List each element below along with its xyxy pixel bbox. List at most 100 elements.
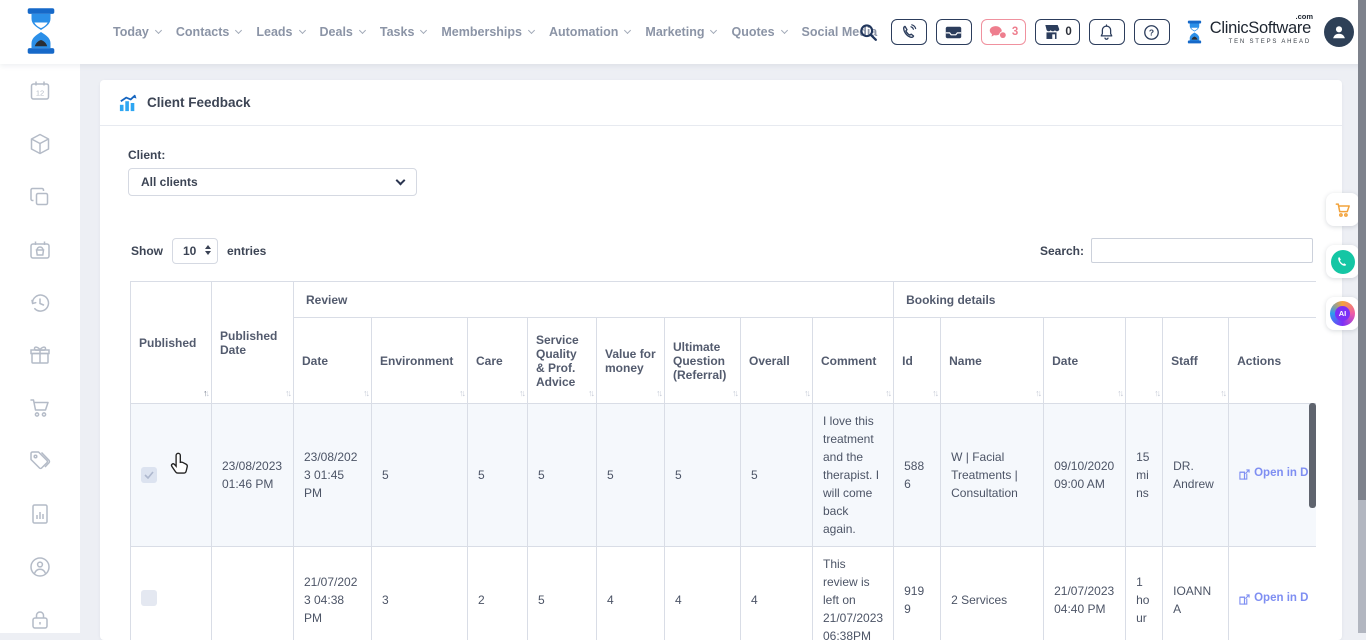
col-value-for-money[interactable]: Value for money↑↓: [597, 318, 665, 404]
col-care[interactable]: Care↑↓: [468, 318, 528, 404]
published-date-cell: [212, 547, 294, 640]
sort-icons: ↑↓: [1117, 388, 1122, 398]
floating-ai-button[interactable]: AI: [1326, 297, 1359, 330]
overall-cell: 5: [741, 404, 813, 547]
inbox-button[interactable]: [936, 19, 972, 45]
col-environment[interactable]: Environment↑↓: [372, 318, 468, 404]
sort-icons: ↑↓: [1035, 388, 1040, 398]
search-icon[interactable]: [859, 23, 878, 42]
sort-icons: ↑↓: [1220, 388, 1225, 398]
col-ultimate-question[interactable]: Ultimate Question (Referral)↑↓: [665, 318, 741, 404]
sort-icons: ↑↓: [519, 388, 524, 398]
chat-badge: 3: [1012, 26, 1018, 38]
help-button[interactable]: ?: [1134, 19, 1170, 45]
entries-select[interactable]: 10: [172, 238, 218, 264]
sort-icons: ↑↓: [656, 388, 661, 398]
page-scrollbar-thumb[interactable]: [1358, 0, 1366, 500]
user-avatar[interactable]: [1324, 17, 1354, 47]
history-icon: [28, 291, 52, 315]
sidebar-item-vouchers[interactable]: [27, 449, 53, 474]
sidebar-item-gift[interactable]: [27, 343, 53, 368]
booking-name-cell: W | Facial Treatments | Consultation: [941, 404, 1044, 547]
service-quality-cell: 5: [528, 547, 597, 640]
sidebar-item-clients[interactable]: [27, 555, 53, 580]
user-icon: [1330, 23, 1348, 41]
open-in-diary-link[interactable]: Open in D: [1239, 465, 1308, 482]
sidebar-item-calendar[interactable]: 12: [27, 78, 53, 103]
brand-logo: ClinicSoftware.com TEN STEPS AHEAD: [1185, 19, 1311, 45]
value-for-money-cell: 4: [597, 547, 665, 640]
search-input[interactable]: [1091, 238, 1313, 263]
col-review-date[interactable]: Date↑↓: [294, 318, 372, 404]
table-search: Search:: [1040, 238, 1313, 263]
sort-icons: ↑↓: [885, 388, 890, 398]
entries-value: 10: [183, 244, 196, 258]
spinner-arrows-icon: [205, 245, 211, 255]
booking-id-cell: 9199: [894, 547, 941, 640]
published-cell: [131, 547, 212, 640]
calendar-12-icon: 12: [28, 79, 52, 103]
external-link-icon: [1239, 594, 1250, 605]
floating-cart-button[interactable]: [1326, 193, 1359, 226]
sidebar-item-products[interactable]: [27, 131, 53, 156]
booking-id-cell: 5886: [894, 404, 941, 547]
store-button[interactable]: 0: [1035, 19, 1079, 45]
col-service-quality[interactable]: Service Quality & Prof. Advice↑↓: [528, 318, 597, 404]
nav-memberships[interactable]: Memberships: [441, 25, 534, 39]
nav-contacts[interactable]: Contacts: [176, 25, 241, 39]
booking-name-cell: 2 Services: [941, 547, 1044, 640]
store-badge: 0: [1065, 26, 1071, 38]
published-checkbox[interactable]: [141, 590, 157, 606]
col-published[interactable]: Published ↑↓: [131, 282, 212, 404]
calendar-bag-icon: [28, 238, 52, 262]
group-booking-details: Booking details: [894, 282, 1316, 318]
sidebar-item-cart[interactable]: [27, 396, 53, 421]
floating-phone-button[interactable]: [1326, 245, 1359, 278]
chevron-down-icon: [396, 175, 406, 185]
lock-icon: [28, 608, 52, 632]
store-icon: [1043, 24, 1060, 40]
nav-tasks[interactable]: Tasks: [380, 25, 427, 39]
nav-deals[interactable]: Deals: [320, 25, 365, 39]
search-label: Search:: [1040, 244, 1084, 258]
feedback-table: Published ↑↓ Published Date ↑↓ Review Bo…: [130, 281, 1316, 640]
panel-header: Client Feedback: [100, 80, 1342, 126]
service-quality-cell: 5: [528, 404, 597, 547]
notifications-button[interactable]: [1089, 19, 1125, 45]
svg-text:12: 12: [36, 88, 44, 97]
actions-cell: Open in D: [1229, 404, 1316, 547]
gift-icon: [28, 343, 52, 367]
nav-leads[interactable]: Leads: [256, 25, 304, 39]
sort-icons: ↑↓: [804, 388, 809, 398]
open-in-diary-link[interactable]: Open in D: [1239, 590, 1308, 607]
col-published-date[interactable]: Published Date ↑↓: [212, 282, 294, 404]
table-scrollbar[interactable]: [1309, 403, 1316, 508]
published-checkbox[interactable]: [141, 467, 157, 483]
page-scrollbar[interactable]: [1358, 0, 1366, 633]
page-title: Client Feedback: [147, 95, 251, 110]
feedback-table-wrapper: Published ↑↓ Published Date ↑↓ Review Bo…: [130, 281, 1316, 640]
app-logo[interactable]: [22, 7, 60, 60]
sidebar-item-bookings[interactable]: [27, 237, 53, 262]
chevron-down-icon: [235, 27, 242, 34]
nav-marketing[interactable]: Marketing: [645, 25, 716, 39]
sidebar-item-history[interactable]: [27, 290, 53, 315]
comment-cell: I love this treatment and the therapist.…: [813, 404, 894, 547]
col-comment[interactable]: Comment↑↓: [813, 318, 894, 404]
client-select[interactable]: All clients: [128, 168, 417, 196]
col-duration[interactable]: ↑↓: [1126, 318, 1163, 404]
chat-button[interactable]: 3: [981, 19, 1026, 45]
col-name[interactable]: Name↑↓: [941, 318, 1044, 404]
sidebar-item-duplicates[interactable]: [27, 184, 53, 209]
nav-automation[interactable]: Automation: [549, 25, 630, 39]
col-booking-date[interactable]: Date↑↓: [1044, 318, 1126, 404]
hourglass-logo-icon: [22, 7, 60, 55]
nav-quotes[interactable]: Quotes: [731, 25, 786, 39]
nav-today[interactable]: Today: [113, 25, 161, 39]
col-id[interactable]: Id↑↓: [894, 318, 941, 404]
col-overall[interactable]: Overall↑↓: [741, 318, 813, 404]
col-staff[interactable]: Staff↑↓: [1163, 318, 1229, 404]
phone-button[interactable]: [891, 19, 927, 45]
sidebar-item-security[interactable]: [27, 608, 53, 633]
sidebar-item-reports[interactable]: [27, 502, 53, 527]
